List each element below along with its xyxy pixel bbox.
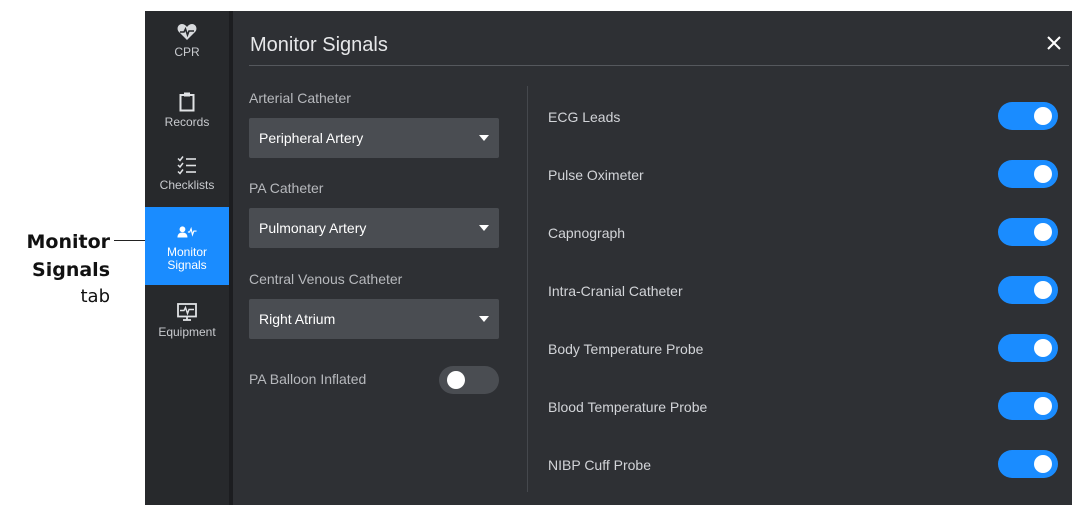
close-icon: [1047, 36, 1061, 50]
heart-pulse-icon: [177, 21, 197, 43]
signal-label-intra-cranial-catheter: Intra-Cranial Catheter: [548, 283, 683, 299]
toggle-knob: [1034, 281, 1052, 299]
sidebar-item-monitor-signals[interactable]: Monitor Signals: [145, 207, 229, 285]
column-divider: [527, 86, 528, 492]
signal-label-ecg-leads: ECG Leads: [548, 109, 621, 125]
sidebar-item-cpr[interactable]: CPR: [145, 11, 229, 69]
ecg-leads-toggle[interactable]: [998, 102, 1058, 130]
pa-balloon-label: PA Balloon Inflated: [249, 371, 367, 387]
person-pulse-icon: [177, 221, 197, 243]
app-window: CPR Records Checklists Monitor Signals E…: [145, 11, 1072, 505]
callout-leader-line: [114, 240, 146, 241]
monitor-signals-panel: Monitor Signals Arterial Catheter Periph…: [233, 11, 1072, 505]
signal-label-pulse-oximeter: Pulse Oximeter: [548, 167, 644, 183]
sidebar-item-checklists[interactable]: Checklists: [145, 144, 229, 202]
callout-line-1: Monitor: [26, 231, 110, 253]
select-value: Peripheral Artery: [259, 130, 364, 146]
sidebar-item-label: Monitor Signals: [166, 244, 207, 272]
callout-line-3: tab: [80, 286, 110, 307]
sidebar-item-label: Checklists: [159, 178, 215, 192]
checklist-icon: [177, 154, 197, 176]
pa-balloon-toggle[interactable]: [439, 366, 499, 394]
arterial-catheter-label: Arterial Catheter: [249, 90, 351, 106]
arterial-catheter-select[interactable]: Peripheral Artery: [249, 118, 499, 158]
toggle-knob: [1034, 223, 1052, 241]
sidebar: CPR Records Checklists Monitor Signals E…: [145, 11, 233, 505]
capnograph-toggle[interactable]: [998, 218, 1058, 246]
select-value: Right Atrium: [259, 311, 336, 327]
chevron-down-icon: [479, 316, 489, 322]
sidebar-item-label: Equipment: [158, 325, 216, 339]
pulse-oximeter-toggle[interactable]: [998, 160, 1058, 188]
toggle-knob: [1034, 397, 1052, 415]
title-divider: [249, 65, 1069, 66]
close-button[interactable]: [1044, 33, 1064, 53]
pa-catheter-label: PA Catheter: [249, 180, 324, 196]
pa-catheter-select[interactable]: Pulmonary Artery: [249, 208, 499, 248]
central-venous-catheter-label: Central Venous Catheter: [249, 271, 403, 287]
blood-temperature-probe-toggle[interactable]: [998, 392, 1058, 420]
intra-cranial-catheter-toggle[interactable]: [998, 276, 1058, 304]
clipboard-icon: [177, 91, 197, 113]
toggle-knob: [1034, 107, 1052, 125]
body-temperature-probe-toggle[interactable]: [998, 334, 1058, 362]
toggle-knob: [1034, 455, 1052, 473]
sidebar-item-label: Records: [164, 115, 210, 129]
monitor-icon: [177, 301, 197, 323]
toggle-knob: [447, 371, 465, 389]
select-value: Pulmonary Artery: [259, 220, 367, 236]
callout-line-2: Signals: [32, 259, 110, 281]
chevron-down-icon: [479, 135, 489, 141]
signal-label-blood-temperature-probe: Blood Temperature Probe: [548, 399, 708, 415]
sidebar-item-label: CPR: [174, 45, 200, 59]
panel-title: Monitor Signals: [250, 34, 388, 56]
signal-label-nibp-cuff-probe: NIBP Cuff Probe: [548, 457, 651, 473]
sidebar-item-records[interactable]: Records: [145, 81, 229, 139]
signal-label-body-temperature-probe: Body Temperature Probe: [548, 341, 704, 357]
toggle-knob: [1034, 339, 1052, 357]
toggle-knob: [1034, 165, 1052, 183]
central-venous-catheter-select[interactable]: Right Atrium: [249, 299, 499, 339]
signal-label-capnograph: Capnograph: [548, 225, 626, 241]
nibp-cuff-probe-toggle[interactable]: [998, 450, 1058, 478]
chevron-down-icon: [479, 225, 489, 231]
callout-annotation: Monitor Signals tab: [0, 228, 110, 310]
sidebar-item-equipment[interactable]: Equipment: [145, 291, 229, 349]
